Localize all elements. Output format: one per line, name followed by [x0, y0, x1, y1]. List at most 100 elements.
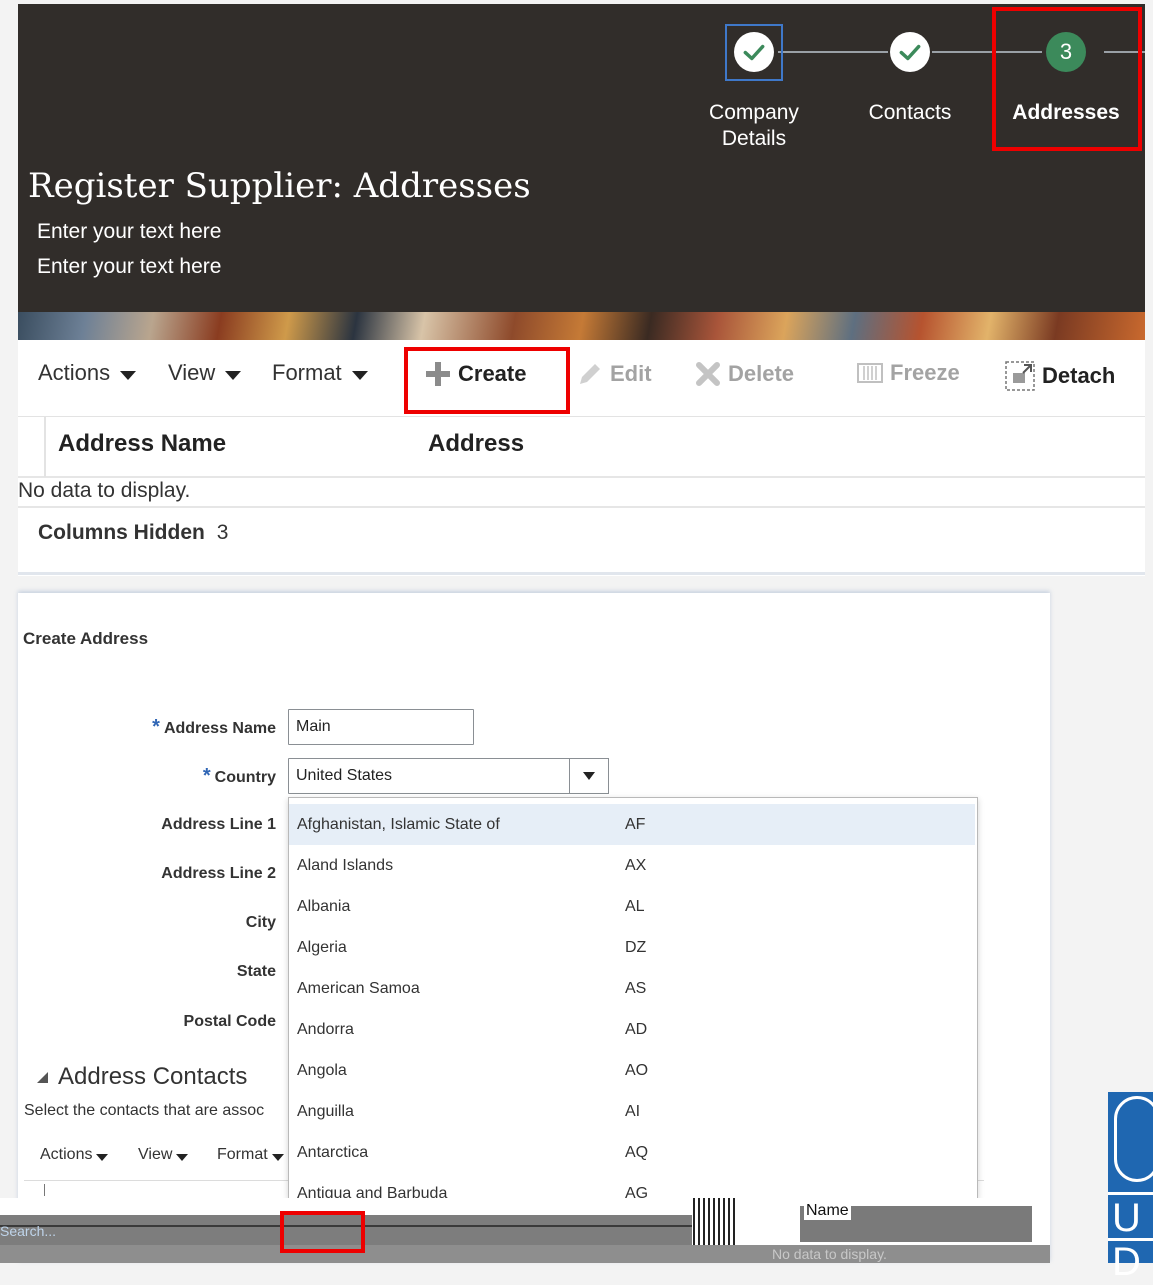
globe-emblem-icon [1114, 1096, 1153, 1182]
page-title: Register Supplier: Addresses [28, 166, 531, 206]
country-option[interactable]: Afghanistan, Islamic State of AF [289, 804, 975, 845]
address-contacts-header[interactable]: Address Contacts [34, 1063, 247, 1091]
artifact-stripes [693, 1198, 738, 1245]
country-option-name: Anguilla [297, 1103, 354, 1120]
name-column-header: Name [804, 1202, 851, 1220]
country-option-name: Andorra [297, 1021, 354, 1038]
country-option-code: DZ [625, 939, 647, 956]
edit-label: Edit [610, 361, 652, 386]
country-option[interactable]: Anguilla AI [289, 1091, 975, 1132]
country-option[interactable]: Angola AO [289, 1050, 975, 1091]
address-name-input[interactable]: Main [288, 709, 474, 745]
caret-down-icon [176, 1153, 189, 1161]
country-option-code: AD [625, 1021, 648, 1038]
search-input[interactable]: Search... [0, 1223, 56, 1239]
rendering-artifact-strip: Search... Name No data to display. [0, 1198, 1050, 1263]
highlight-box [404, 347, 570, 414]
freeze-label: Freeze [890, 360, 960, 385]
logo-divider [1108, 1192, 1153, 1195]
step-label-company-details: Company Details [684, 100, 824, 152]
sort-handle-icon [44, 1184, 45, 1196]
state-label: State [236, 963, 276, 980]
step-contacts[interactable] [890, 32, 930, 72]
country-option-name: Algeria [297, 939, 347, 956]
detach-button[interactable]: Detach [1004, 360, 1115, 392]
postal-code-label: Postal Code [183, 1013, 276, 1030]
step-label-line: Details [721, 127, 787, 150]
collapse-triangle-icon [37, 1072, 48, 1083]
freeze-button[interactable]: Freeze [856, 360, 960, 386]
label-text: Address Name [163, 720, 276, 737]
view-menu[interactable]: View [168, 360, 242, 386]
actions-menu[interactable]: Actions [38, 360, 137, 386]
country-option-name: Angola [297, 1062, 347, 1079]
page-header: Company Details Contacts 3 Addresses Reg… [18, 4, 1145, 312]
undp-logo: U D [1108, 1092, 1153, 1284]
column-header-address[interactable]: Address [428, 430, 524, 458]
country-option[interactable]: Algeria DZ [289, 927, 975, 968]
decorative-banner [18, 312, 1145, 340]
country-dropdown-button[interactable] [569, 758, 609, 794]
country-option[interactable]: American Samoa AS [289, 968, 975, 1009]
country-select[interactable]: United States [288, 758, 570, 794]
dialog-title: Create Address [23, 629, 149, 648]
detach-label: Detach [1042, 363, 1116, 388]
country-option-name: American Samoa [297, 980, 420, 997]
country-option[interactable]: Antarctica AQ [289, 1132, 975, 1173]
highlight-box [992, 7, 1142, 151]
step-company-details[interactable] [734, 32, 774, 72]
country-option-name: Afghanistan, Islamic State of [297, 816, 500, 833]
register-supplier-panel: Company Details Contacts 3 Addresses Reg… [18, 4, 1145, 576]
column-divider [44, 417, 46, 477]
columns-hidden-label: Columns Hidden [38, 521, 205, 544]
country-option[interactable]: Albania AL [289, 886, 975, 927]
country-option-code: AO [625, 1062, 649, 1079]
required-marker: * [152, 716, 160, 738]
actions-label: Actions [40, 1146, 93, 1163]
contacts-format-menu[interactable]: Format [217, 1146, 284, 1164]
contacts-view-menu[interactable]: View [138, 1146, 189, 1164]
check-icon [899, 44, 921, 61]
empty-table-message: No data to display. [772, 1246, 887, 1262]
format-label: Format [272, 360, 342, 385]
country-option[interactable]: Andorra AD [289, 1009, 975, 1050]
step-label-line: Company [709, 101, 799, 124]
country-option-name: Aland Islands [297, 857, 394, 874]
country-option[interactable]: Antigua and Barbuda AG [289, 1173, 975, 1199]
input-value: Main [296, 718, 331, 735]
empty-table-message: No data to display. [18, 479, 191, 502]
contacts-actions-menu[interactable]: Actions [40, 1146, 109, 1164]
country-option-code: AL [625, 898, 645, 915]
artifact-bar [0, 1245, 1050, 1263]
delete-label: Delete [728, 361, 795, 386]
caret-down-icon [583, 772, 595, 780]
country-option-name: Albania [297, 898, 351, 915]
country-option[interactable]: Aland Islands AX [289, 845, 975, 886]
address-line1-label: Address Line 1 [161, 816, 276, 833]
country-option-code: AI [625, 1103, 641, 1120]
country-option-name: Antigua and Barbuda [297, 1185, 448, 1199]
train-connector [778, 51, 888, 53]
country-dropdown-list: Afghanistan, Islamic State of AF Aland Isl… [288, 797, 978, 1199]
delete-x-icon [696, 362, 720, 386]
address-name-label: * Address Name [46, 716, 276, 739]
caret-down-icon [271, 1153, 284, 1161]
country-option-code: AG [625, 1185, 649, 1199]
detach-icon [1005, 361, 1035, 391]
country-option-code: AF [625, 816, 646, 833]
country-option-name: Antarctica [297, 1144, 369, 1161]
required-marker: * [202, 765, 211, 787]
delete-button[interactable]: Delete [694, 360, 794, 388]
edit-button[interactable]: Edit [576, 360, 652, 388]
label-text: Country [214, 769, 276, 786]
format-menu[interactable]: Format [272, 360, 368, 386]
format-label: Format [217, 1146, 268, 1163]
freeze-icon [857, 363, 883, 383]
column-header-address-name[interactable]: Address Name [58, 430, 226, 458]
columns-hidden-count: 3 [216, 521, 229, 544]
step-label-contacts: Contacts [868, 101, 952, 124]
caret-down-icon [225, 370, 242, 380]
city-label: City [245, 914, 276, 931]
select-value: United States [296, 767, 393, 784]
highlight-box [280, 1211, 365, 1253]
